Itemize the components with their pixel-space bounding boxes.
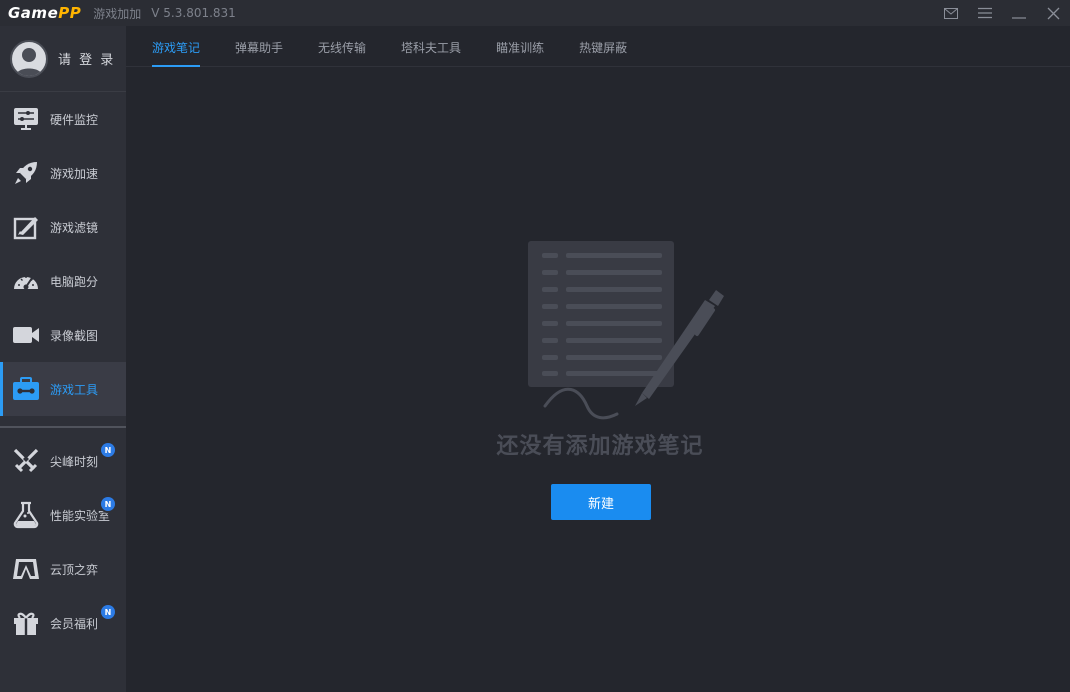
sidebar-item-game-tools[interactable]: 游戏工具 [0, 362, 126, 416]
sidebar-divider [0, 426, 126, 428]
hardware-monitor-icon [12, 105, 40, 133]
new-note-button[interactable]: 新建 [551, 484, 651, 520]
user-login[interactable]: 请 登 录 [0, 26, 126, 92]
tab-danmaku-assistant[interactable]: 弹幕助手 [235, 26, 283, 67]
rocket-icon [12, 159, 40, 187]
sidebar-item-recording[interactable]: 录像截图 [0, 308, 126, 362]
flask-icon [12, 501, 40, 529]
sidebar-item-member-benefits[interactable]: 会员福利 N [0, 596, 126, 650]
filter-icon [12, 213, 40, 241]
arena-icon [12, 555, 40, 583]
video-camera-icon [12, 321, 40, 349]
sidebar-item-game-boost[interactable]: 游戏加速 [0, 146, 126, 200]
tab-game-notes[interactable]: 游戏笔记 [152, 26, 200, 67]
close-icon[interactable] [1036, 0, 1070, 26]
login-label[interactable]: 请 登 录 [58, 49, 115, 68]
sidebar-item-tft[interactable]: 云顶之弈 [0, 542, 126, 596]
empty-state-message: 还没有添加游戏笔记 [440, 428, 760, 460]
minimize-icon[interactable] [1002, 0, 1036, 26]
tab-tarkov-tools[interactable]: 塔科夫工具 [401, 26, 461, 67]
title-bar: GamePP 游戏加加 V 5.3.801.831 [0, 0, 1070, 26]
new-badge: N [101, 605, 115, 619]
mail-icon[interactable] [934, 0, 968, 26]
new-badge: N [101, 497, 115, 511]
tab-aim-training[interactable]: 瞄准训练 [496, 26, 544, 67]
tab-bar: 游戏笔记 弹幕助手 无线传输 塔科夫工具 瞄准训练 热键屏蔽 [126, 26, 1070, 67]
sidebar-item-game-filter[interactable]: 游戏滤镜 [0, 200, 126, 254]
gift-icon [12, 609, 40, 637]
sidebar-item-hardware-monitor[interactable]: 硬件监控 [0, 92, 126, 146]
tab-wireless-transfer[interactable]: 无线传输 [318, 26, 366, 67]
app-name: 游戏加加 [93, 5, 141, 22]
sidebar: 请 登 录 硬件监控 游戏加速 游戏滤镜 电脑跑分 录像截图 游戏工具 [0, 26, 126, 692]
avatar-icon[interactable] [10, 40, 48, 78]
app-version: V 5.3.801.831 [151, 6, 236, 20]
sidebar-item-benchmark[interactable]: 电脑跑分 [0, 254, 126, 308]
tab-hotkey-block[interactable]: 热键屏蔽 [579, 26, 627, 67]
sidebar-item-peak-moment[interactable]: 尖峰时刻 N [0, 434, 126, 488]
app-logo: GamePP [8, 4, 81, 22]
notes-empty-icon [525, 238, 725, 432]
sidebar-item-performance-lab[interactable]: 性能实验室 N [0, 488, 126, 542]
new-badge: N [101, 443, 115, 457]
toolbox-icon [12, 375, 40, 403]
speedometer-icon [12, 267, 40, 295]
crossed-swords-icon [12, 447, 40, 475]
menu-icon[interactable] [968, 0, 1002, 26]
